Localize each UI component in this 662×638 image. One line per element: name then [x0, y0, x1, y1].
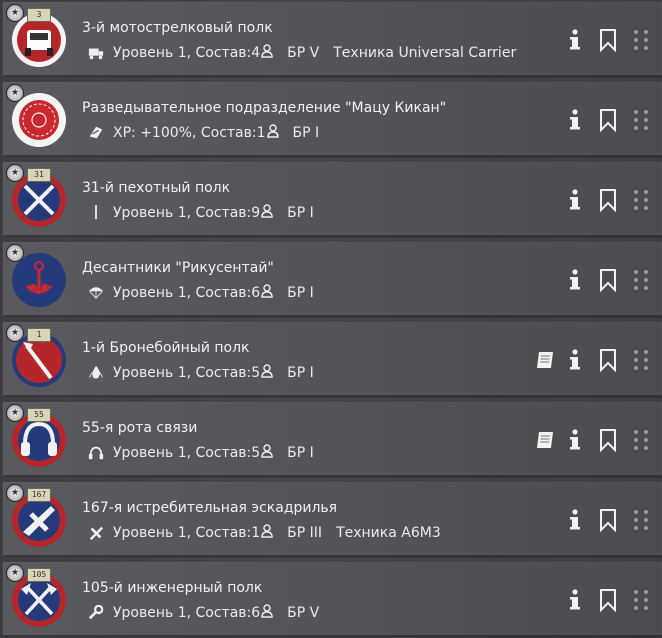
person-icon [260, 524, 273, 542]
battle-rating: БР I [287, 205, 314, 221]
squad-level: Уровень 1, Состав:9 [113, 205, 261, 221]
squad-level: Уровень 1, Состав:5 [113, 365, 261, 381]
squad-title: 31-й пехотный полк [82, 180, 231, 196]
info-icon[interactable] [564, 108, 586, 132]
manual-book-icon[interactable] [534, 348, 556, 372]
person-icon [260, 284, 273, 302]
squad-row[interactable]: ★ 31 31-й пехотный полк Уровень 1, Состав:… [3, 162, 662, 238]
drag-handle-icon[interactable] [630, 348, 652, 372]
rifle-icon [95, 205, 97, 220]
squad-vehicle: Техника Universal Carrier [333, 45, 517, 61]
person-icon [260, 604, 273, 622]
battle-rating: БР I [292, 125, 320, 141]
squad-title: 3-й мотострелковый полк [82, 20, 273, 36]
squad-number-badge: 31 [27, 168, 51, 182]
drag-handle-icon[interactable] [630, 268, 652, 292]
squad-title: 55-я рота связи [82, 420, 198, 436]
manual-book-icon[interactable] [534, 428, 556, 452]
person-icon [260, 204, 273, 222]
battle-rating: БР I [287, 445, 314, 461]
drag-handle-icon[interactable] [630, 508, 652, 532]
rank-star-icon: ★ [6, 324, 24, 342]
wrench-icon [88, 605, 104, 620]
bookmark-icon[interactable] [597, 108, 619, 132]
bookmark-icon[interactable] [597, 508, 619, 532]
info-icon[interactable] [564, 348, 586, 372]
bookmark-icon[interactable] [597, 188, 619, 212]
fire-icon [89, 365, 103, 379]
squad-title: Разведывательное подразделение "Мацу Кик… [82, 100, 447, 116]
drag-handle-icon[interactable] [630, 108, 652, 132]
squad-level: Уровень 1, Состав:4 [113, 45, 261, 61]
rank-star-icon: ★ [6, 84, 24, 102]
squad-number-badge: 105 [27, 568, 51, 582]
rank-star-icon: ★ [6, 164, 24, 182]
info-icon[interactable] [564, 588, 586, 612]
squad-title: 167-я истребительная эскадрилья [82, 500, 338, 516]
battle-rating: БР III [287, 525, 323, 541]
bookmark-icon[interactable] [597, 588, 619, 612]
squad-row[interactable]: ★ Десантники "Рикусентай" Уровень 1, Сост… [3, 242, 662, 318]
bookmark-icon[interactable] [597, 428, 619, 452]
squad-row[interactable]: ★ 3 3-й мотострелковый полк Уровень 1, Сос… [3, 2, 662, 78]
squad-title: 105-й инженерный полк [82, 580, 263, 596]
rank-star-icon: ★ [6, 4, 24, 22]
parachute-icon [88, 287, 104, 299]
squad-list: ★ 3 3-й мотострелковый полк Уровень 1, Сос… [0, 0, 662, 638]
squad-stats: Уровень 1, Состав:5 БР I [87, 444, 314, 462]
bookmark-icon[interactable] [597, 28, 619, 52]
squad-title: 1-й Бронебойный полк [82, 340, 250, 356]
drag-handle-icon[interactable] [630, 588, 652, 612]
squad-level: XP: +100%, Состав:1 [113, 125, 266, 141]
rank-star-icon: ★ [6, 564, 24, 582]
squad-stats: XP: +100%, Состав:1 БР I [87, 124, 319, 142]
squad-level: Уровень 1, Состав:6 [113, 285, 261, 301]
info-icon[interactable] [564, 28, 586, 52]
person-icon [260, 44, 273, 62]
squad-stats: Уровень 1, Состав:5 БР I [87, 364, 314, 382]
battle-rating: БР V [287, 45, 320, 61]
squad-level: Уровень 1, Состав:5 [113, 445, 261, 461]
squad-row[interactable]: ★ Разведывательное подразделение "Мацу Ки… [3, 82, 662, 158]
headphones-icon [88, 446, 104, 460]
person-icon [266, 124, 279, 142]
info-icon[interactable] [564, 428, 586, 452]
squad-stats: Уровень 1, Состав:1 БР III Техника A6M3 [87, 524, 441, 542]
squad-row[interactable]: ★ 167 167-я истребительная эскадрилья Уров… [3, 482, 662, 558]
rank-star-icon: ★ [6, 484, 24, 502]
battle-rating: БР V [287, 605, 320, 621]
squad-number-badge: 167 [27, 488, 51, 502]
squad-number-badge: 55 [27, 408, 51, 422]
squad-row[interactable]: ★ 105 105-й инженерный полк Уровень 1, Сос… [3, 562, 662, 638]
bookmark-icon[interactable] [597, 268, 619, 292]
xp-icon [89, 126, 103, 139]
drag-handle-icon[interactable] [630, 188, 652, 212]
squad-stats: Уровень 1, Состав:6 БР I [87, 284, 314, 302]
person-icon [260, 444, 273, 462]
squad-level: Уровень 1, Состав:6 [113, 605, 261, 621]
squad-number-badge: 1 [27, 328, 51, 342]
squad-row[interactable]: ★ 55 55-я рота связи Уровень 1, Состав:5 Б… [3, 402, 662, 478]
squad-vehicle: Техника A6M3 [336, 525, 441, 541]
squad-level: Уровень 1, Состав:1 [113, 525, 261, 541]
rank-star-icon: ★ [6, 244, 24, 262]
plane-icon [89, 526, 104, 541]
rank-star-icon: ★ [6, 404, 24, 422]
info-icon[interactable] [564, 508, 586, 532]
squad-stats: Уровень 1, Состав:4 БР V Техника Univers… [87, 44, 516, 62]
info-icon[interactable] [564, 188, 586, 212]
battle-rating: БР I [287, 285, 314, 301]
info-icon[interactable] [564, 268, 586, 292]
bookmark-icon[interactable] [597, 348, 619, 372]
drag-handle-icon[interactable] [630, 428, 652, 452]
squad-title: Десантники "Рикусентай" [82, 260, 274, 276]
squad-stats: Уровень 1, Состав:9 БР I [87, 204, 314, 222]
squad-row[interactable]: ★ 1 1-й Бронебойный полк Уровень 1, Состав… [3, 322, 662, 398]
squad-stats: Уровень 1, Состав:6 БР V [87, 604, 319, 622]
battle-rating: БР I [287, 365, 314, 381]
squad-number-badge: 3 [27, 8, 51, 22]
drag-handle-icon[interactable] [630, 28, 652, 52]
truck-icon [88, 48, 104, 60]
person-icon [260, 364, 273, 382]
